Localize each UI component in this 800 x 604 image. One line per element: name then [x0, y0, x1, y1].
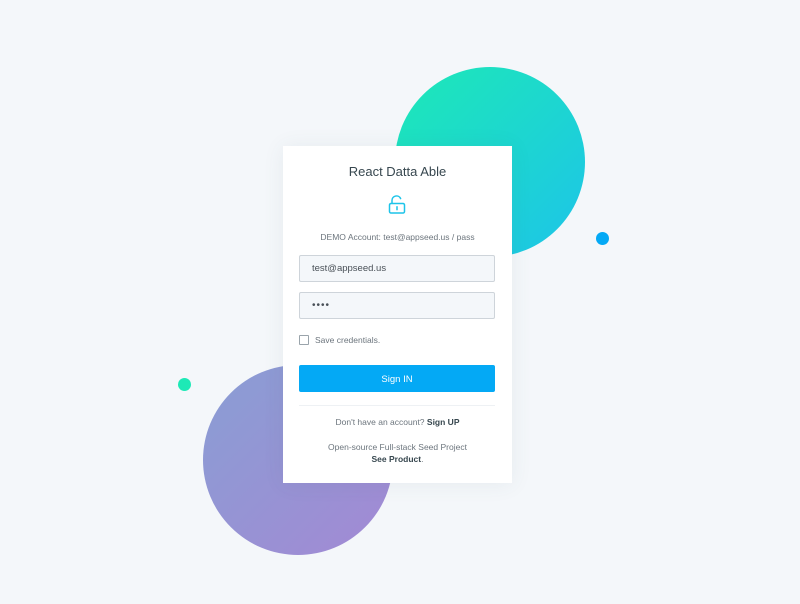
- no-account-text: Don't have an account?: [335, 417, 425, 427]
- demo-account-text: DEMO Account: test@appseed.us / pass: [320, 232, 475, 242]
- unlock-icon: [388, 195, 406, 214]
- signup-prompt: Don't have an account? Sign UP: [283, 417, 512, 427]
- app-title: React Datta Able: [348, 164, 447, 179]
- seed-project-text: Open-source Full-stack Seed Project: [328, 442, 467, 452]
- save-credentials-row[interactable]: Save credentials.: [299, 335, 380, 345]
- see-product-line: See Product.: [283, 454, 512, 464]
- blue-dot-decoration: [596, 232, 609, 245]
- save-credentials-checkbox[interactable]: [299, 335, 309, 345]
- sign-in-button[interactable]: Sign IN: [299, 365, 495, 392]
- email-input[interactable]: [299, 255, 495, 282]
- save-credentials-label: Save credentials.: [315, 335, 381, 345]
- login-page: React Datta Able DEMO Account: test@apps…: [0, 0, 800, 604]
- green-dot-decoration: [178, 378, 191, 391]
- password-input[interactable]: [299, 292, 495, 319]
- divider: [299, 405, 495, 406]
- see-product-link[interactable]: See Product: [372, 454, 422, 464]
- sign-up-link[interactable]: Sign UP: [427, 417, 460, 427]
- see-product-suffix: .: [421, 454, 424, 464]
